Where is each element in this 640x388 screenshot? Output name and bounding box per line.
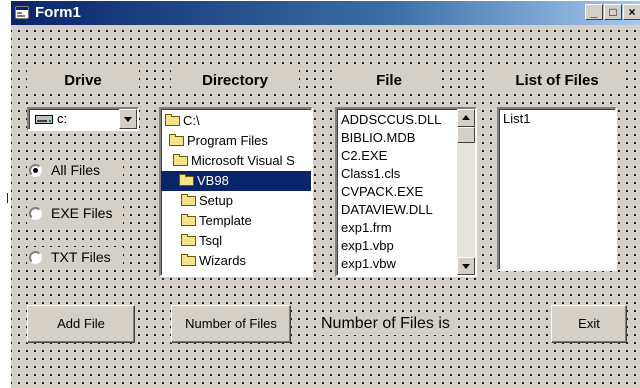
radio-label: EXE Files xyxy=(51,205,113,221)
file-label: File xyxy=(337,70,441,92)
radio-all-files[interactable]: All Files xyxy=(27,160,123,182)
radio-label: All Files xyxy=(51,162,101,178)
file-item[interactable]: exp1.frm xyxy=(341,219,392,237)
scroll-down-button[interactable] xyxy=(457,257,475,275)
arrow-up-icon xyxy=(462,115,470,120)
list-item[interactable]: List1 xyxy=(503,111,530,126)
dir-item-label: Tsql xyxy=(199,233,223,248)
dir-item[interactable]: Tsql xyxy=(181,231,222,251)
file-scrollbar[interactable] xyxy=(457,109,475,275)
folder-icon xyxy=(181,214,197,226)
directory-label: Directory xyxy=(171,70,299,92)
form-client-area: Drive Directory File List of Files c: Al… xyxy=(11,25,640,388)
radio-dot[interactable] xyxy=(29,207,42,220)
file-item[interactable]: CVPACK.EXE xyxy=(341,183,423,201)
form-icon xyxy=(15,6,29,19)
dir-item-selected[interactable]: VB98 xyxy=(161,171,311,191)
list-of-files-label: List of Files xyxy=(489,70,625,92)
dir-item-label: Microsoft Visual S xyxy=(191,153,295,168)
file-item[interactable]: Class1.cls xyxy=(341,165,400,183)
drive-icon xyxy=(35,115,53,124)
drive-dropdown-button[interactable] xyxy=(119,109,137,129)
drive-combobox[interactable]: c: xyxy=(27,107,139,131)
scroll-up-button[interactable] xyxy=(457,109,475,127)
drive-label: Drive xyxy=(27,70,139,92)
radio-txt-files[interactable]: TXT Files xyxy=(27,247,123,269)
radio-dot[interactable] xyxy=(29,164,42,177)
dir-item[interactable]: Wizards xyxy=(181,251,246,271)
dir-item-label: Template xyxy=(199,213,252,228)
directory-listbox[interactable]: C:\ Program Files Microsoft Visual S VB9… xyxy=(159,107,313,277)
radio-label: TXT Files xyxy=(51,249,111,265)
drive-value: c: xyxy=(57,111,68,126)
file-item[interactable]: C2.EXE xyxy=(341,147,387,165)
open-folder-icon xyxy=(179,174,195,186)
dir-item[interactable]: Template xyxy=(181,211,252,231)
file-item[interactable]: exp1.vbp xyxy=(341,237,394,255)
folder-icon xyxy=(181,194,197,206)
number-of-files-button[interactable]: Number of Files xyxy=(171,305,291,343)
list-of-files-listbox[interactable]: List1 xyxy=(497,107,617,271)
scroll-thumb[interactable] xyxy=(457,127,475,143)
dir-item-label: Setup xyxy=(199,193,233,208)
open-folder-icon xyxy=(173,154,189,166)
file-item[interactable]: BIBLIO.MDB xyxy=(341,129,415,147)
dir-item[interactable]: C:\ xyxy=(165,111,200,131)
minimize-button[interactable]: _ xyxy=(585,4,603,20)
maximize-button[interactable]: □ xyxy=(604,4,622,20)
dir-item[interactable]: Setup xyxy=(181,191,233,211)
dir-item[interactable]: Program Files xyxy=(169,131,268,151)
edge-mark xyxy=(7,193,8,203)
chevron-down-icon xyxy=(124,117,132,122)
add-file-button[interactable]: Add File xyxy=(27,305,135,343)
exit-button[interactable]: Exit xyxy=(551,305,627,343)
dir-item-label: C:\ xyxy=(183,113,200,128)
dir-item-label: Program Files xyxy=(187,133,268,148)
radio-dot[interactable] xyxy=(29,251,42,264)
radio-exe-files[interactable]: EXE Files xyxy=(27,203,123,225)
open-folder-icon xyxy=(165,114,181,126)
open-folder-icon xyxy=(169,134,185,146)
dir-item-label: VB98 xyxy=(197,173,229,188)
file-listbox[interactable]: ADDSCCUS.DLL BIBLIO.MDB C2.EXE Class1.cl… xyxy=(335,107,477,277)
dir-item-label: Wizards xyxy=(199,253,246,268)
folder-icon xyxy=(181,234,197,246)
dir-item[interactable]: Microsoft Visual S xyxy=(173,151,295,171)
title-bar[interactable]: Form1 _ □ × xyxy=(11,1,640,25)
file-item[interactable]: ADDSCCUS.DLL xyxy=(341,111,441,129)
file-item[interactable]: DATAVIEW.DLL xyxy=(341,201,433,219)
arrow-down-icon xyxy=(462,264,470,269)
file-item[interactable]: exp1.vbw xyxy=(341,255,396,273)
close-button[interactable]: × xyxy=(623,4,640,20)
folder-icon xyxy=(181,254,197,266)
number-of-files-label: Number of Files is xyxy=(317,313,454,335)
form-window: Form1 _ □ × Drive Directory File List of… xyxy=(10,0,640,388)
window-title: Form1 xyxy=(35,4,81,21)
